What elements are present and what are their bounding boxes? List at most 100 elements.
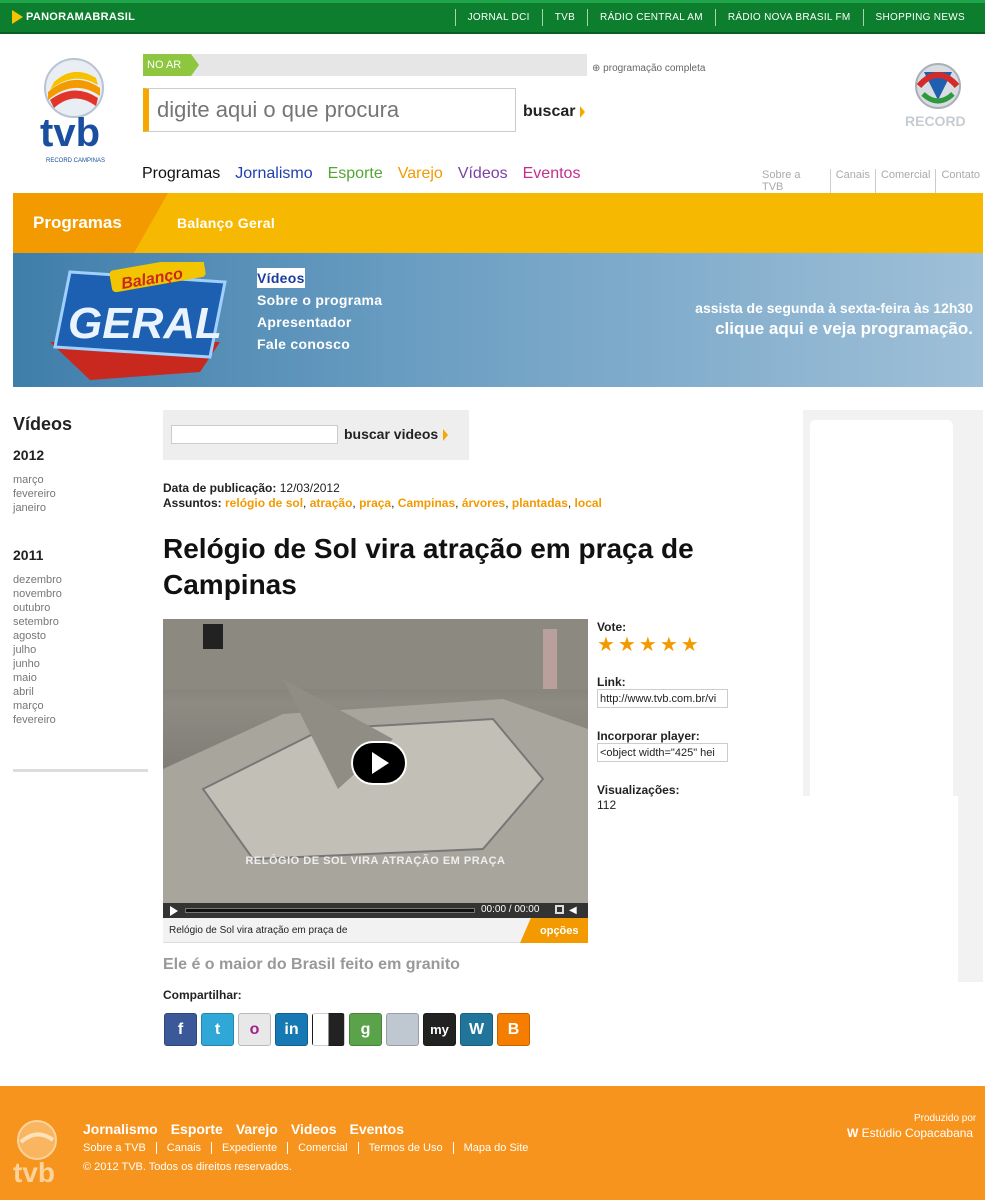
program-menu-apresentador[interactable]: Apresentador (253, 312, 386, 334)
sidebar-year-2012[interactable]: 2012 (13, 447, 44, 463)
sidebar-month[interactable]: janeiro (13, 501, 56, 515)
sidebar-month[interactable]: abril (13, 685, 62, 699)
blogger-icon[interactable]: B (497, 1013, 530, 1046)
search-button-label: buscar (523, 103, 576, 120)
sidebar-month[interactable]: dezembro (13, 573, 62, 587)
myspace-icon[interactable]: my (423, 1013, 456, 1046)
star-icon[interactable]: ★ (639, 632, 657, 657)
video-search-input[interactable] (171, 425, 338, 444)
sidebar-month[interactable]: julho (13, 643, 62, 657)
nav-esporte[interactable]: Esporte (328, 165, 383, 183)
site-link-contato[interactable]: Contato (935, 169, 985, 193)
producer-link[interactable]: W Estúdio Copacabana (847, 1126, 973, 1140)
sidebar-month[interactable]: março (13, 473, 56, 487)
sidebar-month[interactable]: fevereiro (13, 713, 62, 727)
program-menu-fale-conosco[interactable]: Fale conosco (253, 334, 386, 356)
network-link-shopping-news[interactable]: SHOPPING NEWS (862, 9, 977, 26)
star-icon[interactable]: ★ (597, 632, 615, 657)
nav-eventos[interactable]: Eventos (523, 165, 581, 183)
embed-field[interactable] (597, 743, 728, 762)
panorama-brasil-logo[interactable]: PANORAMABRASIL (12, 10, 135, 24)
nav-jornalismo[interactable]: Jornalismo (235, 165, 312, 183)
delicious-icon[interactable] (312, 1013, 345, 1046)
footer-nav-varejo[interactable]: Varejo (236, 1121, 278, 1137)
seek-bar[interactable] (185, 908, 475, 913)
sidebar-month[interactable]: junho (13, 657, 62, 671)
full-schedule-link[interactable]: ⊕ programação completa (592, 63, 705, 74)
network-link-tvb[interactable]: TVB (541, 9, 587, 26)
site-link-canais[interactable]: Canais (829, 169, 875, 193)
main-nav: Programas Jornalismo Esporte Varejo Víde… (142, 165, 580, 183)
record-logo[interactable]: RECORD (905, 62, 971, 130)
footer-link[interactable]: Comercial (287, 1142, 358, 1154)
sidebar-month[interactable]: setembro (13, 615, 62, 629)
digg-icon[interactable] (386, 1013, 419, 1046)
star-icon[interactable]: ★ (618, 632, 636, 657)
site-link-comercial[interactable]: Comercial (874, 169, 936, 193)
section-tab-label[interactable]: Programas (33, 213, 122, 233)
network-link-radio-nova-brasil[interactable]: RÁDIO NOVA BRASIL FM (714, 9, 863, 26)
nav-programas[interactable]: Programas (142, 165, 220, 183)
google-bookmarks-icon[interactable]: g (349, 1013, 382, 1046)
search-input[interactable] (143, 88, 516, 132)
footer-nav-videos[interactable]: Videos (291, 1121, 337, 1137)
topic-tag[interactable]: praça (359, 496, 391, 510)
sidebar-month[interactable]: março (13, 699, 62, 713)
views-count: 112 (597, 798, 617, 812)
link-label: Link: (597, 675, 626, 689)
footer-nav-eventos[interactable]: Eventos (350, 1121, 404, 1137)
orkut-icon[interactable]: o (238, 1013, 271, 1046)
article-meta: Data de publicação: 12/03/2012 Assuntos:… (163, 481, 602, 510)
network-link-jornal-dci[interactable]: JORNAL DCI (454, 9, 542, 26)
video-search-button[interactable]: buscar videos (344, 426, 449, 442)
footer-nav-esporte[interactable]: Esporte (171, 1121, 223, 1137)
footer-link[interactable]: Canais (155, 1142, 211, 1154)
sidebar-month[interactable]: outubro (13, 601, 62, 615)
footer-link[interactable]: Termos de Uso (357, 1142, 453, 1154)
topic-tag[interactable]: local (575, 496, 602, 510)
footer-tvb-logo[interactable]: tvb (13, 1120, 65, 1186)
fullscreen-icon[interactable] (555, 905, 564, 914)
star-icon[interactable]: ★ (681, 632, 699, 657)
sidebar-month[interactable]: fevereiro (13, 487, 56, 501)
linkedin-icon[interactable]: in (275, 1013, 308, 1046)
footer-nav-jornalismo[interactable]: Jornalismo (83, 1121, 158, 1137)
site-link-sobre[interactable]: Sobre a TVB (762, 169, 830, 193)
schedule-callout[interactable]: assista de segunda à sexta-feira às 12h3… (695, 300, 973, 339)
copyright: © 2012 TVB. Todos os direitos reservados… (83, 1161, 292, 1173)
topic-tag[interactable]: árvores (462, 496, 505, 510)
program-menu-videos[interactable]: Vídeos (257, 268, 305, 288)
program-name[interactable]: Balanço Geral (177, 215, 275, 231)
nav-varejo[interactable]: Varejo (398, 165, 443, 183)
topic-tag[interactable]: Campinas (398, 496, 455, 510)
sidebar-year-2011[interactable]: 2011 (13, 547, 43, 563)
sidebar-month[interactable]: maio (13, 671, 62, 685)
options-button-label[interactable]: opções (540, 925, 579, 937)
footer-link[interactable]: Sobre a TVB (83, 1142, 156, 1154)
star-icon[interactable]: ★ (660, 632, 678, 657)
topic-tag[interactable]: relógio de sol (225, 496, 303, 510)
tvb-logo[interactable]: tvb RECORD CAMPINAS (38, 58, 118, 168)
schedule-cta[interactable]: clique aqui e veja programação. (695, 319, 973, 339)
topic-tag[interactable]: plantadas (512, 496, 568, 510)
search-button[interactable]: buscar (523, 103, 586, 121)
wordpress-icon[interactable]: W (460, 1013, 493, 1046)
program-menu-sobre[interactable]: Sobre o programa (253, 290, 386, 312)
footer-link[interactable]: Mapa do Site (452, 1142, 539, 1154)
nav-videos[interactable]: Vídeos (458, 165, 508, 183)
sidebar-divider (13, 769, 148, 772)
video-search-button-label: buscar videos (344, 426, 439, 442)
network-link-radio-central[interactable]: RÁDIO CENTRAL AM (587, 9, 715, 26)
sidebar-month[interactable]: agosto (13, 629, 62, 643)
facebook-icon[interactable]: f (164, 1013, 197, 1046)
balanco-geral-logo[interactable]: Balanço GERAL (50, 262, 230, 380)
sidebar-month[interactable]: novembro (13, 587, 62, 601)
article-headline: Relógio de Sol vira atração em praça de … (163, 533, 694, 600)
footer-link[interactable]: Expediente (211, 1142, 287, 1154)
volume-icon[interactable]: ◀ (569, 905, 577, 916)
topic-tag[interactable]: atração (310, 496, 353, 510)
twitter-icon[interactable]: t (201, 1013, 234, 1046)
control-play-icon[interactable] (170, 906, 178, 916)
producer-name: Estúdio Copacabana (861, 1126, 974, 1140)
link-field[interactable] (597, 689, 728, 708)
